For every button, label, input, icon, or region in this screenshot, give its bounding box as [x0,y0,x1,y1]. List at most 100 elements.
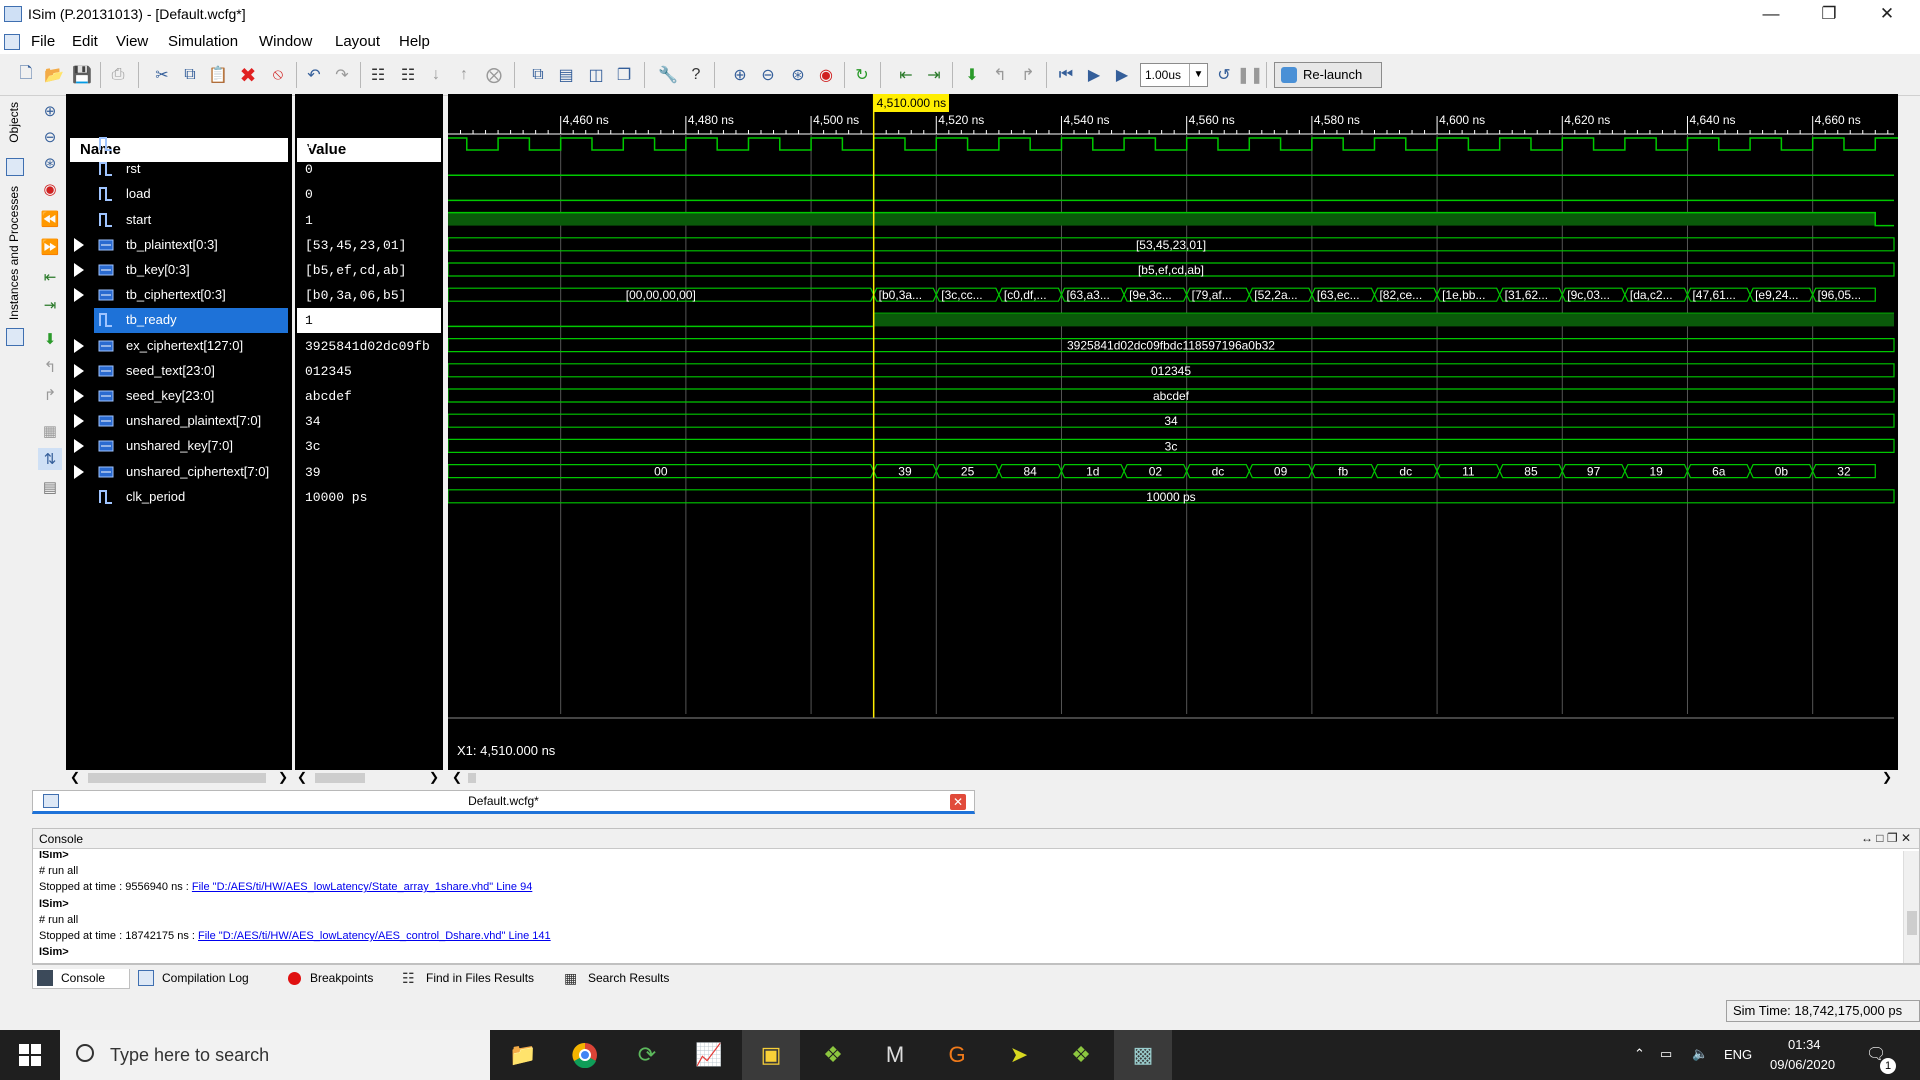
scroll-right-icon[interactable]: ❯ [429,770,439,784]
signal-row[interactable]: clk [66,132,292,157]
scroll-thumb[interactable] [315,773,365,783]
previous-marker-icon[interactable]: ↰ [38,356,62,378]
console-file-link[interactable]: File "D:/AES/ti/HW/AES_lowLatency/State_… [192,881,532,893]
expand-arrow-icon[interactable] [74,263,84,277]
app-icon-green[interactable]: ⟳ [618,1030,676,1080]
restore-button[interactable]: ❐ [1800,0,1858,30]
expand-arrow-icon[interactable] [74,389,84,403]
zoom-fit-icon[interactable]: ⊛ [38,152,62,174]
objects-tab[interactable]: Objects [7,102,21,143]
find-previous-icon[interactable]: ↑ [452,63,476,87]
find-icon[interactable]: ☷ [366,63,390,87]
close-button[interactable]: ✕ [1858,0,1916,30]
signal-row[interactable]: rst [66,157,292,182]
break-icon[interactable]: ❚❚ [1237,63,1264,87]
clock-time[interactable]: 01:34 [1788,1037,1821,1052]
signal-row[interactable]: clk_period [66,485,292,510]
zoom-in-icon[interactable]: ⊕ [728,63,752,87]
help-pointer-icon[interactable]: ? [684,63,708,87]
app-icon-chart[interactable]: 📈 [680,1030,738,1080]
chrome-icon[interactable] [556,1030,614,1080]
signal-value[interactable]: 0 [305,157,441,182]
redo-icon[interactable]: ↷ [330,63,354,87]
signal-row[interactable]: load [66,182,292,207]
signal-value[interactable]: 1 [305,208,441,233]
menu-window[interactable]: Window [259,33,312,50]
signal-row[interactable]: unshared_key[7:0] [66,434,292,459]
tray-overflow-icon[interactable]: ⌃ [1634,1046,1645,1062]
run-all-icon[interactable]: ▶ [1082,63,1106,87]
signal-value[interactable]: [53,45,23,01] [305,233,441,258]
previous-transition-icon[interactable]: ⇤ [894,63,918,87]
cascade-windows-icon[interactable]: ⧉ [526,63,550,87]
expand-arrow-icon[interactable] [74,288,84,303]
signal-row[interactable]: tb_key[0:3] [66,258,292,283]
volume-icon[interactable]: 🔈 [1692,1046,1708,1062]
expand-arrow-icon[interactable] [74,363,84,378]
pdf-app-icon[interactable]: G [928,1030,986,1080]
restore-windows-icon[interactable]: ❐ [612,63,636,87]
menu-file[interactable]: File [31,33,55,50]
add-marker-icon[interactable]: ⬇ [38,328,62,350]
undo-icon[interactable]: ↶ [302,63,326,87]
tile-vertical-icon[interactable]: ◫ [584,63,608,87]
tab-breakpoints[interactable]: Breakpoints [282,969,373,989]
expand-arrow-icon[interactable] [74,237,84,252]
clock-date[interactable]: 09/06/2020 [1770,1057,1835,1072]
app-icon-diamond[interactable]: ❖ [804,1030,862,1080]
scroll-right-icon[interactable]: ❯ [278,770,288,784]
snap-to-transition-icon[interactable]: ⇅ [38,448,62,470]
expand-arrow-icon[interactable] [74,439,84,454]
properties-icon[interactable]: 🔧 [656,63,680,87]
signal-row[interactable]: ex_ciphertext[127:0] [66,334,292,359]
zoom-out-icon[interactable]: ⊖ [38,126,62,148]
file-explorer-icon[interactable]: 📁 [494,1030,552,1080]
tile-horizontal-icon[interactable]: ▤ [554,63,578,87]
signal-row[interactable]: tb_ready [94,308,288,334]
zoom-cursor-icon[interactable]: ◉ [38,178,62,200]
signal-value[interactable]: abcdef [305,384,441,409]
scroll-thumb[interactable] [88,773,266,783]
scroll-thumb[interactable] [1907,911,1917,935]
zoom-cursor-icon[interactable]: ◉ [814,63,838,87]
minimize-button[interactable]: — [1742,0,1800,30]
next-marker-icon[interactable]: ↱ [38,384,62,406]
new-file-icon[interactable]: 🗋 [14,63,38,87]
signal-row[interactable]: seed_key[23:0] [66,384,292,409]
expand-arrow-icon[interactable] [74,414,84,429]
save-icon[interactable]: 💾 [70,63,94,87]
signal-value[interactable]: 012345 [305,359,441,384]
signal-value[interactable]: 0 [305,182,441,207]
isim-taskbar-icon[interactable]: ▩ [1114,1030,1172,1080]
next-transition-icon[interactable]: ⇥ [38,294,62,316]
taskbar-search-box[interactable]: Type here to search [60,1030,490,1080]
console-output[interactable]: ISim> # run all Stopped at time : 9556940 … [33,851,1893,963]
step-icon[interactable]: ↺ [1212,63,1236,87]
menu-simulation[interactable]: Simulation [168,33,238,50]
swap-cursors-icon[interactable]: ▦ [38,420,62,442]
language-indicator[interactable]: ENG [1724,1047,1752,1062]
waveform-pane[interactable]: 4,460 ns 4,480 ns 4,500 ns 4,520 ns 4,540 ns… [448,94,1898,770]
waveform-canvas[interactable]: 4,460 ns 4,480 ns 4,500 ns 4,520 ns 4,540 ns… [448,94,1898,770]
menu-edit[interactable]: Edit [72,33,98,50]
zoom-out-icon[interactable]: ⊖ [756,63,780,87]
close-tab-icon[interactable]: ✕ [950,794,966,810]
scroll-thumb[interactable] [468,773,476,783]
app-icon-m[interactable]: M [866,1030,924,1080]
find-in-files-icon[interactable]: ☷ [396,63,420,87]
console-window-controls[interactable]: ↔ □ ❐ ✕ [1861,831,1911,845]
signal-value[interactable]: 1 [305,132,441,157]
scroll-left-icon[interactable]: ❮ [70,770,80,784]
signal-row[interactable]: tb_ciphertext[0:3] [66,283,292,308]
tab-find-in-files-results[interactable]: ☷ Find in Files Results [398,969,534,989]
cursor-time-label[interactable]: 4,510.000 ns [873,94,950,112]
paste-icon[interactable]: 📋 [206,63,230,87]
tab-search-results[interactable]: ▦ Search Results [560,969,669,989]
signal-row[interactable]: unshared_plaintext[7:0] [66,409,292,434]
app-icon-diamond-2[interactable]: ❖ [1052,1030,1110,1080]
floating-ruler-icon[interactable]: ▤ [38,476,62,498]
cut-icon[interactable]: ✂ [150,63,174,87]
start-button[interactable] [0,1030,60,1080]
run-for-time-icon[interactable]: ▶ [1110,63,1134,87]
previous-transition-icon[interactable]: ⇤ [38,266,62,288]
